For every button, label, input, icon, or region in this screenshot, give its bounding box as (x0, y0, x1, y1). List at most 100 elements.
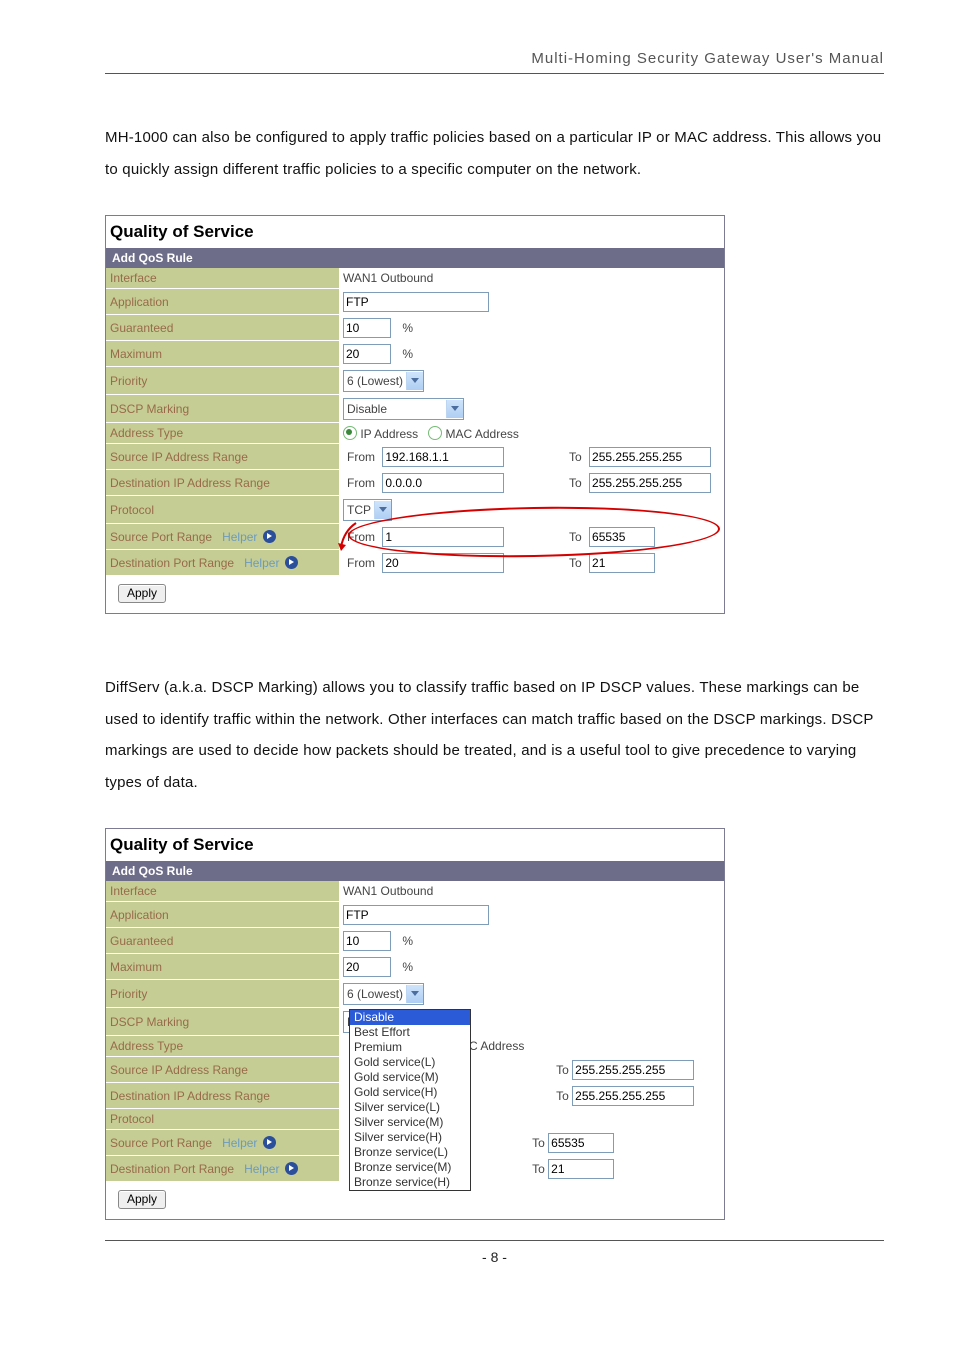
to-label: To (564, 556, 582, 570)
panel-subtitle: Add QoS Rule (106, 861, 724, 881)
qos-panel-2: Quality of Service Add QoS Rule Interfac… (105, 828, 725, 1220)
chevron-down-icon (446, 400, 463, 418)
label-interface: Interface (106, 268, 339, 289)
label-dstip: Destination IP Address Range (106, 470, 339, 496)
to-label: To (532, 1136, 545, 1150)
label-dscp: DSCP Marking (106, 1008, 339, 1036)
to-label: To (564, 450, 582, 464)
to-label: To (556, 1089, 569, 1103)
label-dstip: Destination IP Address Range (106, 1083, 339, 1109)
to-label: To (564, 476, 582, 490)
label-srcip: Source IP Address Range (106, 1057, 339, 1083)
chevron-down-icon (374, 501, 391, 519)
ip-radio[interactable] (343, 426, 357, 440)
dscp-option[interactable]: Silver service(M) (350, 1115, 470, 1130)
from-label: From (343, 556, 375, 570)
annotation-arrow-icon (338, 521, 362, 555)
value-interface: WAN1 Outbound (339, 268, 724, 289)
dscp-option[interactable]: Bronze service(H) (350, 1175, 470, 1190)
helper-link[interactable]: Helper (222, 530, 257, 544)
dscp-dropdown-list[interactable]: DisableBest EffortPremiumGold service(L)… (349, 1009, 471, 1191)
page-number: - 8 - (105, 1240, 884, 1265)
maximum-input[interactable] (343, 344, 391, 364)
apply-button[interactable]: Apply (118, 584, 166, 603)
ip-radio-label: IP Address (360, 427, 418, 441)
protocol-select[interactable]: TCP (343, 499, 392, 521)
pct-label: % (402, 321, 413, 335)
application-input[interactable] (343, 292, 489, 312)
value-interface: WAN1 Outbound (339, 881, 724, 902)
priority-select[interactable]: 6 (Lowest) (343, 370, 424, 392)
pct-label: % (402, 960, 413, 974)
chevron-down-icon (406, 372, 423, 390)
label-srcport: Source Port Range Helper (106, 524, 339, 550)
priority-value: 6 (Lowest) (347, 987, 403, 1001)
apply-button[interactable]: Apply (118, 1190, 166, 1209)
label-priority: Priority (106, 367, 339, 395)
dscp-option[interactable]: Disable (350, 1010, 470, 1025)
label-dscp: DSCP Marking (106, 395, 339, 423)
label-addrtype: Address Type (106, 1036, 339, 1057)
application-input[interactable] (343, 905, 489, 925)
chevron-down-icon (406, 985, 423, 1003)
guaranteed-input[interactable] (343, 931, 391, 951)
dstip-to-input[interactable] (572, 1086, 694, 1106)
label-application: Application (106, 289, 339, 315)
from-label: From (343, 476, 375, 490)
play-icon[interactable] (263, 1136, 276, 1149)
priority-select[interactable]: 6 (Lowest) (343, 983, 424, 1005)
dscp-option[interactable]: Gold service(H) (350, 1085, 470, 1100)
srcip-to-input[interactable] (572, 1060, 694, 1080)
helper-link[interactable]: Helper (222, 1136, 257, 1150)
intro-paragraph-2: DiffServ (a.k.a. DSCP Marking) allows yo… (105, 672, 884, 798)
helper-link[interactable]: Helper (244, 1162, 279, 1176)
qos-panel-1: Quality of Service Add QoS Rule Interfac… (105, 215, 725, 614)
label-protocol: Protocol (106, 496, 339, 524)
label-maximum: Maximum (106, 954, 339, 980)
mac-radio[interactable] (428, 426, 442, 440)
from-label: From (343, 450, 375, 464)
label-dstport: Destination Port Range Helper (106, 550, 339, 576)
dstip-to-input[interactable] (589, 473, 711, 493)
dscp-option[interactable]: Gold service(L) (350, 1055, 470, 1070)
srcport-to-input[interactable] (548, 1133, 614, 1153)
mac-radio-label: MAC Address (446, 427, 519, 441)
label-addrtype: Address Type (106, 423, 339, 444)
dscp-select[interactable]: Disable (343, 398, 464, 420)
label-guaranteed: Guaranteed (106, 315, 339, 341)
dscp-value: Disable (347, 402, 387, 416)
maximum-input[interactable] (343, 957, 391, 977)
dscp-option[interactable]: Silver service(L) (350, 1100, 470, 1115)
label-protocol: Protocol (106, 1109, 339, 1130)
label-dstport: Destination Port Range Helper (106, 1156, 339, 1182)
play-icon[interactable] (285, 556, 298, 569)
dscp-option[interactable]: Silver service(H) (350, 1130, 470, 1145)
label-interface: Interface (106, 881, 339, 902)
caddr-label: C Address (469, 1039, 524, 1053)
dstip-from-input[interactable] (382, 473, 504, 493)
dstport-to-input[interactable] (589, 553, 655, 573)
label-guaranteed: Guaranteed (106, 928, 339, 954)
panel-subtitle: Add QoS Rule (106, 248, 724, 268)
srcip-from-input[interactable] (382, 447, 504, 467)
priority-value: 6 (Lowest) (347, 374, 403, 388)
dscp-option[interactable]: Premium (350, 1040, 470, 1055)
doc-header: Multi-Homing Security Gateway User's Man… (105, 50, 884, 74)
helper-link[interactable]: Helper (244, 556, 279, 570)
guaranteed-input[interactable] (343, 318, 391, 338)
dscp-option[interactable]: Bronze service(L) (350, 1145, 470, 1160)
play-icon[interactable] (263, 530, 276, 543)
intro-paragraph-1: MH-1000 can also be configured to apply … (105, 122, 884, 185)
to-label: To (556, 1063, 569, 1077)
panel-title: Quality of Service (106, 829, 724, 861)
dscp-option[interactable]: Best Effort (350, 1025, 470, 1040)
to-label: To (532, 1162, 545, 1176)
srcip-to-input[interactable] (589, 447, 711, 467)
label-srcport: Source Port Range Helper (106, 1130, 339, 1156)
label-maximum: Maximum (106, 341, 339, 367)
dscp-option[interactable]: Bronze service(M) (350, 1160, 470, 1175)
pct-label: % (402, 934, 413, 948)
play-icon[interactable] (285, 1162, 298, 1175)
dstport-to-input[interactable] (548, 1159, 614, 1179)
dscp-option[interactable]: Gold service(M) (350, 1070, 470, 1085)
